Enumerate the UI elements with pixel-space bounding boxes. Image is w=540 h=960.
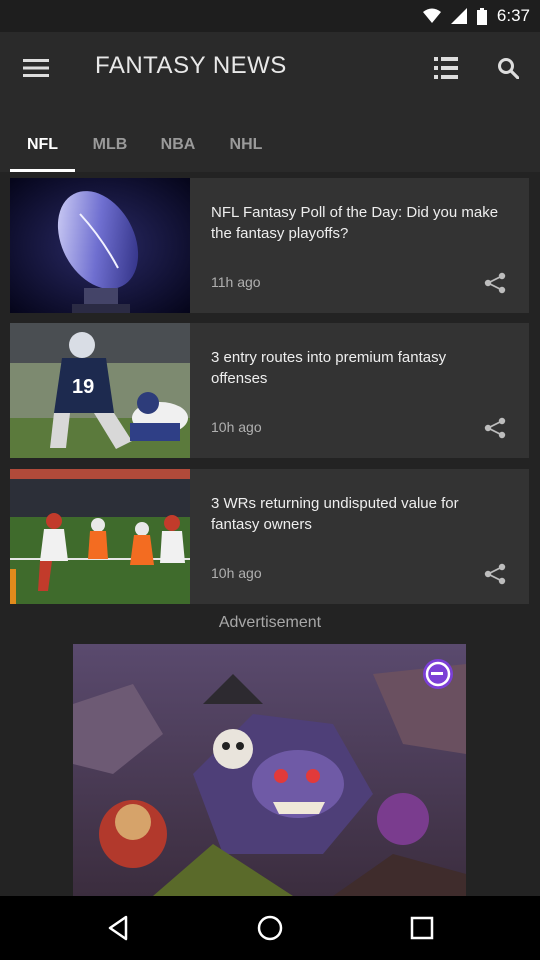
status-bar: 6:37: [0, 0, 540, 32]
article-card[interactable]: NFL Fantasy Poll of the Day: Did you mak…: [10, 178, 529, 313]
recents-icon[interactable]: [406, 912, 438, 944]
tab-mlb[interactable]: MLB: [78, 118, 142, 172]
article-time: 11h ago: [211, 274, 261, 290]
svg-text:19: 19: [72, 376, 94, 398]
share-icon[interactable]: [481, 415, 509, 441]
advertisement-label: Advertisement: [218, 614, 322, 631]
signal-icon: [450, 8, 467, 24]
page-title: FANTASY NEWS: [95, 52, 287, 79]
fantasy-game-creatures-ad[interactable]: [73, 644, 466, 896]
article-headline: 3 entry routes into premium fantasy offe…: [211, 349, 447, 387]
back-icon[interactable]: [102, 912, 134, 944]
list-view-icon[interactable]: [428, 50, 464, 86]
status-time: 6:37: [496, 6, 530, 25]
tab-nfl[interactable]: NFL: [10, 118, 75, 172]
article-card[interactable]: 3 WRs returning undisputed value for fan…: [10, 469, 529, 604]
football-game-photo: 19: [10, 323, 190, 458]
share-icon[interactable]: [481, 561, 509, 587]
tab-nba[interactable]: NBA: [146, 118, 210, 172]
hamburger-menu-icon[interactable]: [18, 50, 54, 86]
search-icon[interactable]: [490, 50, 526, 86]
tab-nhl[interactable]: NHL: [214, 118, 278, 172]
share-icon[interactable]: [481, 270, 509, 296]
system-nav-bar: [0, 896, 540, 960]
article-headline: NFL Fantasy Poll of the Day: Did you mak…: [211, 204, 499, 242]
article-time: 10h ago: [211, 565, 262, 581]
app-bar: FANTASY NEWS NFL MLB NBA NHL: [0, 32, 540, 172]
football-trophy-photo: [10, 178, 190, 313]
sport-tabs: NFL MLB NBA NHL: [0, 118, 540, 172]
battery-icon: [476, 7, 487, 25]
wifi-icon: [422, 8, 441, 24]
article-card[interactable]: 19 3 entry routes into premium fantasy o…: [10, 323, 529, 458]
article-time: 10h ago: [211, 419, 262, 435]
football-celebration-photo: [10, 469, 190, 604]
home-icon[interactable]: [254, 912, 286, 944]
status-icons: 6:37: [422, 0, 530, 32]
article-headline: 3 WRs returning undisputed value for fan…: [211, 495, 459, 533]
